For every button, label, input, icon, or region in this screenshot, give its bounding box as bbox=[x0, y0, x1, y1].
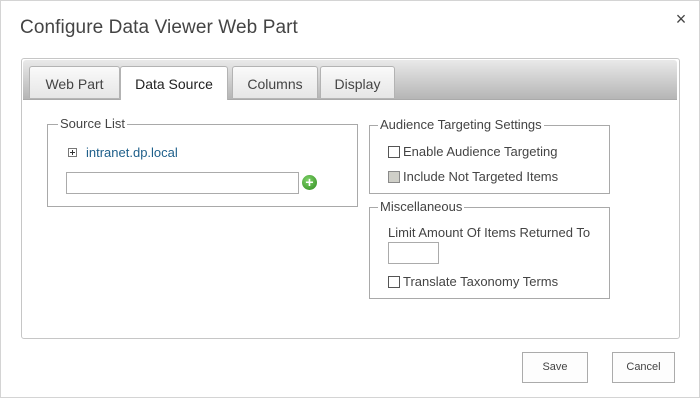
enable-audience-label: Enable Audience Targeting bbox=[403, 144, 558, 159]
tree-node-row: intranet.dp.local bbox=[68, 145, 178, 160]
settings-panel: Web Part Data Source Columns Display Sou… bbox=[21, 58, 680, 339]
dialog-title: Configure Data Viewer Web Part bbox=[20, 17, 298, 38]
source-list-group: Source List intranet.dp.local + bbox=[47, 116, 358, 207]
include-not-targeted-checkbox[interactable] bbox=[388, 170, 400, 183]
include-not-targeted-row: Include Not Targeted Items bbox=[388, 169, 558, 184]
source-list-legend: Source List bbox=[58, 116, 128, 132]
tab-bar: Web Part Data Source Columns Display bbox=[23, 60, 677, 100]
audience-targeting-group: Audience Targeting Settings Enable Audie… bbox=[369, 117, 610, 194]
tab-web-part[interactable]: Web Part bbox=[29, 66, 120, 98]
add-icon[interactable]: + bbox=[302, 175, 317, 190]
limit-items-label: Limit Amount Of Items Returned To bbox=[388, 225, 591, 240]
tab-data-source[interactable]: Data Source bbox=[120, 66, 228, 100]
expand-plus-icon[interactable] bbox=[68, 148, 77, 157]
configure-dialog: Configure Data Viewer Web Part × Web Par… bbox=[0, 0, 700, 398]
audience-targeting-legend: Audience Targeting Settings bbox=[378, 117, 544, 133]
translate-taxonomy-label: Translate Taxonomy Terms bbox=[403, 274, 559, 289]
miscellaneous-group: Miscellaneous Limit Amount Of Items Retu… bbox=[369, 199, 610, 299]
limit-items-input[interactable] bbox=[388, 242, 439, 264]
save-button[interactable]: Save bbox=[522, 352, 588, 383]
miscellaneous-legend: Miscellaneous bbox=[378, 199, 465, 215]
translate-taxonomy-checkbox[interactable] bbox=[388, 275, 400, 288]
close-icon[interactable]: × bbox=[672, 9, 690, 29]
tab-columns[interactable]: Columns bbox=[232, 66, 318, 98]
enable-audience-checkbox[interactable] bbox=[388, 145, 400, 158]
enable-audience-row: Enable Audience Targeting bbox=[388, 144, 557, 159]
tab-display[interactable]: Display bbox=[320, 66, 395, 98]
cancel-button[interactable]: Cancel bbox=[612, 352, 675, 383]
include-not-targeted-label: Include Not Targeted Items bbox=[403, 169, 559, 184]
source-list-input[interactable] bbox=[66, 172, 299, 194]
translate-taxonomy-row: Translate Taxonomy Terms bbox=[388, 274, 558, 289]
tree-node-link[interactable]: intranet.dp.local bbox=[86, 145, 178, 160]
